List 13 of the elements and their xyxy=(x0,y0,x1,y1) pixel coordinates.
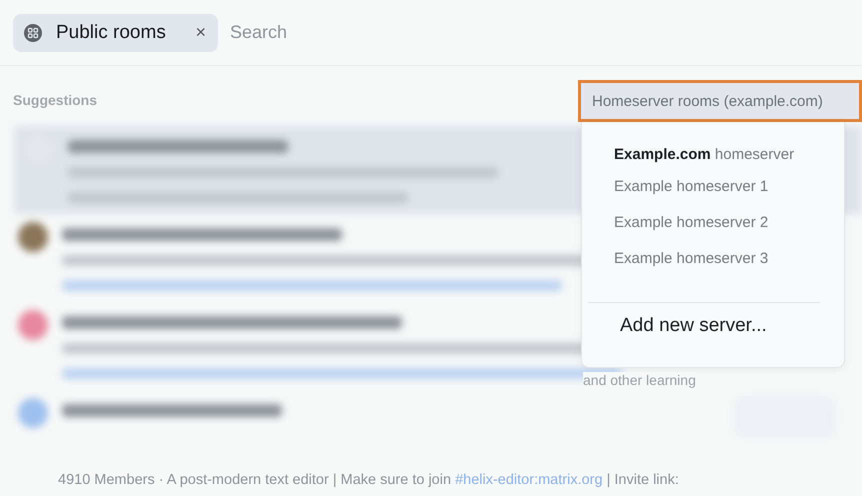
description-text: and other learning xyxy=(583,372,696,388)
server-dropdown-button[interactable]: Homeserver rooms (example.com) xyxy=(578,80,862,122)
add-server-option[interactable]: Add new server... xyxy=(582,303,844,337)
chip-label: Public rooms xyxy=(56,22,167,44)
server-option[interactable]: Example.com homeserver xyxy=(582,146,844,178)
search-field[interactable]: Search xyxy=(228,21,532,44)
room-description: 4910 Members · A post-modern text editor | Make sure to join #helix-editor:matrix.org | Invite link: xyxy=(58,472,679,488)
section-heading: Suggestions xyxy=(13,92,98,108)
server-option[interactable]: Example homeserver 2 xyxy=(582,214,844,250)
server-option[interactable]: Example homeserver 3 xyxy=(582,250,844,286)
rooms-icon xyxy=(24,24,42,42)
server-option[interactable]: Example homeserver 1 xyxy=(582,178,844,214)
clear-button[interactable]: × xyxy=(195,22,206,43)
